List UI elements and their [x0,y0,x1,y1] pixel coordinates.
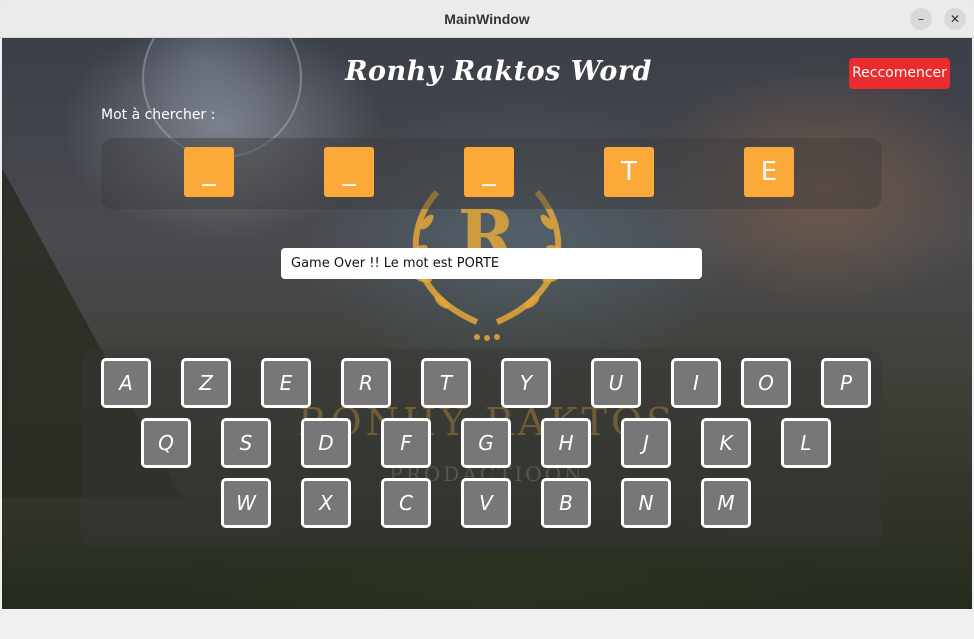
letter-slot: T [604,147,654,197]
letter-slot: _ [324,147,374,197]
key-l[interactable]: L [781,418,831,468]
key-r[interactable]: R [341,358,391,408]
key-e[interactable]: E [261,358,311,408]
key-z[interactable]: Z [181,358,231,408]
key-j[interactable]: J [621,418,671,468]
key-v[interactable]: V [461,478,511,528]
key-n[interactable]: N [621,478,671,528]
key-x[interactable]: X [301,478,351,528]
letter-slot: _ [184,147,234,197]
key-w[interactable]: W [221,478,271,528]
word-panel: _ _ _ T E [101,138,882,209]
key-h[interactable]: H [541,418,591,468]
close-button[interactable]: ✕ [944,8,966,30]
key-o[interactable]: O [741,358,791,408]
key-d[interactable]: D [301,418,351,468]
key-u[interactable]: U [591,358,641,408]
key-c[interactable]: C [381,478,431,528]
word-prompt-label: Mot à chercher : [101,107,216,123]
key-y[interactable]: Y [501,358,551,408]
game-area: R RONHY RAKTOS PRODACTIOON Ronhy Raktos … [2,38,972,609]
key-t[interactable]: T [421,358,471,408]
window-bottom-strip [0,609,974,639]
main-window: MainWindow – ✕ R RONHY RAKT [0,0,974,639]
key-f[interactable]: F [381,418,431,468]
key-p[interactable]: P [821,358,871,408]
key-a[interactable]: A [101,358,151,408]
key-q[interactable]: Q [141,418,191,468]
key-b[interactable]: B [541,478,591,528]
key-s[interactable]: S [221,418,271,468]
letter-slot: E [744,147,794,197]
game-message-field: Game Over !! Le mot est PORTE [281,248,702,279]
restart-button[interactable]: Reccomencer [849,58,950,89]
window-title: MainWindow [444,11,530,27]
title-bar: MainWindow – ✕ [0,0,974,38]
app-title: Ronhy Raktos Word [345,56,652,87]
key-i[interactable]: I [671,358,721,408]
key-k[interactable]: K [701,418,751,468]
letter-slot: _ [464,147,514,197]
key-g[interactable]: G [461,418,511,468]
minimize-button[interactable]: – [910,8,932,30]
key-m[interactable]: M [701,478,751,528]
